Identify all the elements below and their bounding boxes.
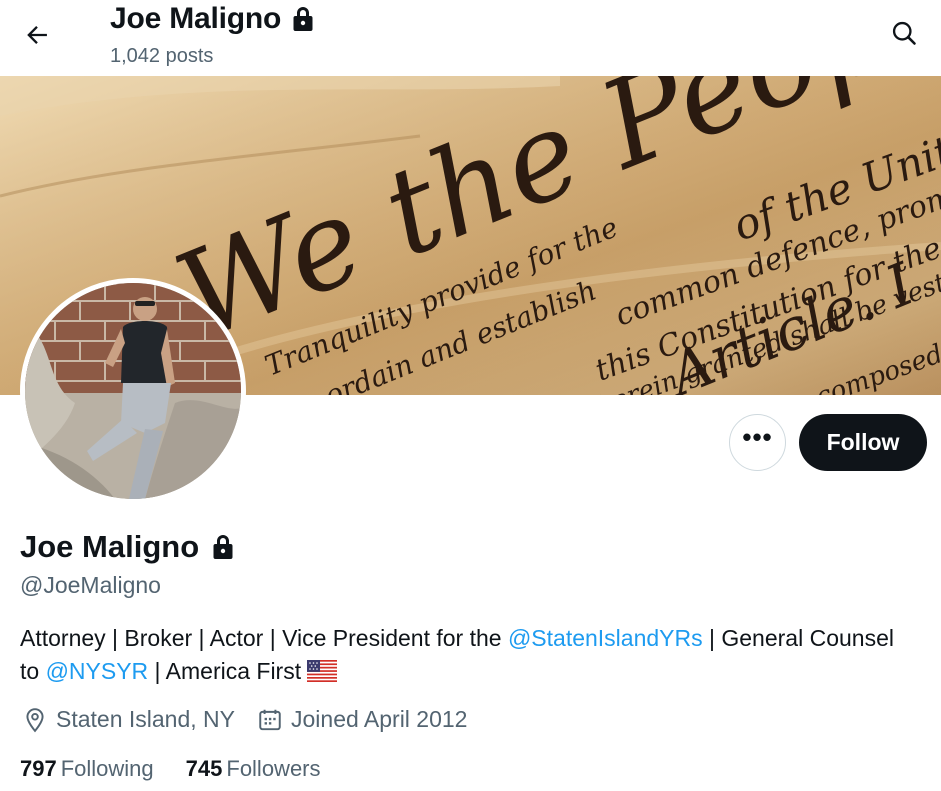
profile-name: Joe Maligno <box>20 529 200 564</box>
lock-icon <box>213 535 233 559</box>
following-count: 797 <box>20 756 57 781</box>
post-count: 1,042 posts <box>110 45 214 67</box>
following-link[interactable]: 797 Following <box>20 756 154 782</box>
lock-icon <box>293 7 313 31</box>
top-bar: Joe Maligno 1,042 posts <box>0 0 941 76</box>
following-label: Following <box>60 756 154 781</box>
more-options-button[interactable]: ••• <box>729 414 786 471</box>
back-button[interactable] <box>14 12 60 58</box>
search-button[interactable] <box>881 10 927 56</box>
joined-text: Joined April 2012 <box>291 706 468 732</box>
profile-name-row: Joe Maligno <box>20 529 235 565</box>
calendar-icon <box>259 709 281 730</box>
followers-count: 745 <box>185 756 223 781</box>
location: Staten Island, NY <box>22 706 235 733</box>
profile-meta: Staten Island, NY Joined April 2012 <box>22 706 489 733</box>
profile-handle: @JoeMaligno <box>20 572 161 598</box>
location-text: Staten Island, NY <box>56 706 235 732</box>
follow-stats: 797 Following 745 Followers <box>20 756 353 782</box>
followers-label: Followers <box>226 756 321 781</box>
avatar[interactable] <box>20 278 246 504</box>
bio-mention-nysyr[interactable]: @NYSYR <box>46 658 149 684</box>
profile-bio: Attorney | Broker | Actor | Vice Preside… <box>20 622 900 688</box>
bio-mention-statenislandyrs[interactable]: @StatenIslandYRs <box>508 625 703 651</box>
header-name: Joe Maligno <box>110 2 282 35</box>
follow-button[interactable]: Follow <box>799 414 927 471</box>
followers-link[interactable]: 745 Followers <box>186 756 321 782</box>
avatar-photo <box>25 283 241 499</box>
bio-text: Attorney | Broker | Actor | Vice Preside… <box>20 625 508 651</box>
join-date: Joined April 2012 <box>257 706 467 733</box>
location-pin-icon <box>26 707 44 732</box>
more-icon: ••• <box>742 421 773 452</box>
search-icon <box>892 21 916 45</box>
back-arrow-icon <box>27 26 47 44</box>
header-title: Joe Maligno 1,042 posts <box>110 0 315 74</box>
us-flag-icon <box>307 660 338 682</box>
bio-text: | America First <box>148 658 302 684</box>
